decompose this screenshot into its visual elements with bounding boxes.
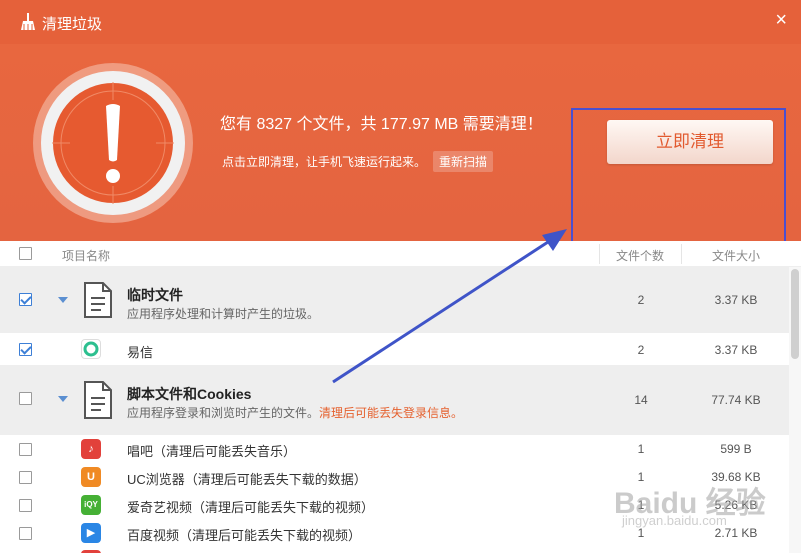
clean-now-button[interactable]: 立即清理	[607, 120, 773, 164]
row-checkbox[interactable]	[19, 443, 32, 456]
app-row-changba[interactable]: ♪ 唱吧（清理后可能丢失音乐） 1 599 B	[0, 435, 789, 463]
row-checkbox[interactable]	[19, 471, 32, 484]
row-name: 脚本文件和Cookies	[127, 386, 252, 402]
row-desc: 应用程序处理和计算时产生的垃圾。	[127, 307, 320, 321]
row-size: 3.37 KB	[714, 293, 758, 307]
row-count: 2	[637, 343, 645, 357]
column-divider	[599, 244, 600, 264]
app-row-uc-browser[interactable]: U UC浏览器（清理后可能丢失下载的数据） 1 39.68 KB	[0, 463, 789, 491]
row-size: 77.74 KB	[711, 393, 761, 407]
row-name: 爱奇艺视频（清理后可能丢失下载的视频）	[127, 500, 375, 515]
title-bar: 清理垃圾 ×	[0, 0, 801, 44]
row-name: 唱吧（清理后可能丢失音乐）	[127, 444, 297, 459]
row-count: 1	[637, 526, 645, 540]
group-row-temp-files[interactable]: 临时文件 应用程序处理和计算时产生的垃圾。 2 3.37 KB	[0, 267, 789, 333]
list-scrollbar[interactable]	[789, 267, 801, 553]
rescan-button[interactable]: 重新扫描	[433, 151, 494, 172]
row-desc-text: 应用程序登录和浏览时产生的文件。	[127, 406, 320, 420]
row-size: 3.37 KB	[714, 343, 758, 357]
header-count: 文件个数	[616, 249, 665, 263]
row-name: 临时文件	[127, 287, 183, 303]
document-icon	[84, 282, 112, 318]
expand-caret-icon[interactable]	[58, 396, 68, 402]
scan-result-banner: 您有 8327 个文件，共 177.97 MB 需要清理！ 点击立即清理，让手机…	[0, 44, 801, 261]
row-size: 5.26 KB	[714, 498, 758, 512]
app-row-iqiyi[interactable]: iQY 爱奇艺视频（清理后可能丢失下载的视频） 1 5.26 KB	[0, 491, 789, 519]
row-count: 2	[637, 293, 645, 307]
baidu-video-icon: ▶	[81, 523, 101, 543]
select-all-checkbox[interactable]	[19, 247, 32, 260]
app-row-baidu-video[interactable]: ▶ 百度视频（清理后可能丢失下载的视频） 1 2.71 KB	[0, 519, 789, 547]
window-title: 清理垃圾	[42, 16, 103, 33]
iqiyi-app-icon: iQY	[81, 495, 101, 515]
changba-app-icon: ♪	[81, 439, 101, 459]
column-divider	[681, 244, 682, 264]
scrollbar-thumb[interactable]	[791, 269, 799, 359]
broom-icon	[21, 13, 35, 30]
row-size: 2.71 KB	[714, 526, 758, 540]
uc-browser-icon: U	[81, 467, 101, 487]
row-name: UC浏览器（清理后可能丢失下载的数据）	[127, 472, 367, 487]
app-row-yixin[interactable]: 易信 2 3.37 KB	[0, 333, 789, 365]
row-count: 14	[634, 393, 648, 407]
row-checkbox[interactable]	[19, 293, 32, 306]
list-item	[0, 547, 789, 553]
row-warning-text: 清理后可能丢失登录信息。	[319, 406, 464, 420]
row-count: 1	[637, 442, 645, 456]
group-row-scripts-cookies[interactable]: 脚本文件和Cookies 应用程序登录和浏览时产生的文件。清理后可能丢失登录信息…	[0, 365, 789, 435]
header-size: 文件大小	[712, 249, 761, 263]
row-name: 易信	[127, 345, 154, 360]
row-size: 39.68 KB	[711, 470, 761, 484]
close-icon[interactable]: ×	[775, 10, 787, 30]
table-header: 项目名称 文件个数 文件大小	[0, 241, 801, 267]
row-count: 1	[637, 470, 645, 484]
row-size: 599 B	[720, 442, 752, 456]
row-checkbox[interactable]	[19, 499, 32, 512]
row-checkbox[interactable]	[19, 392, 32, 405]
row-name: 百度视频（清理后可能丢失下载的视频）	[127, 528, 362, 543]
row-checkbox[interactable]	[19, 527, 32, 540]
scan-summary-message: 您有 8327 个文件，共 177.97 MB 需要清理！	[220, 116, 543, 133]
yixin-app-icon	[81, 339, 101, 359]
row-checkbox[interactable]	[19, 343, 32, 356]
row-desc: 应用程序登录和浏览时产生的文件。清理后可能丢失登录信息。	[127, 404, 463, 421]
header-name: 项目名称	[62, 249, 111, 263]
expand-caret-icon[interactable]	[58, 297, 68, 303]
scan-hint-text: 点击立即清理，让手机飞速运行起来。	[222, 155, 427, 169]
row-count: 1	[637, 498, 645, 512]
script-document-icon	[84, 381, 112, 419]
warning-exclamation-icon	[33, 63, 193, 223]
